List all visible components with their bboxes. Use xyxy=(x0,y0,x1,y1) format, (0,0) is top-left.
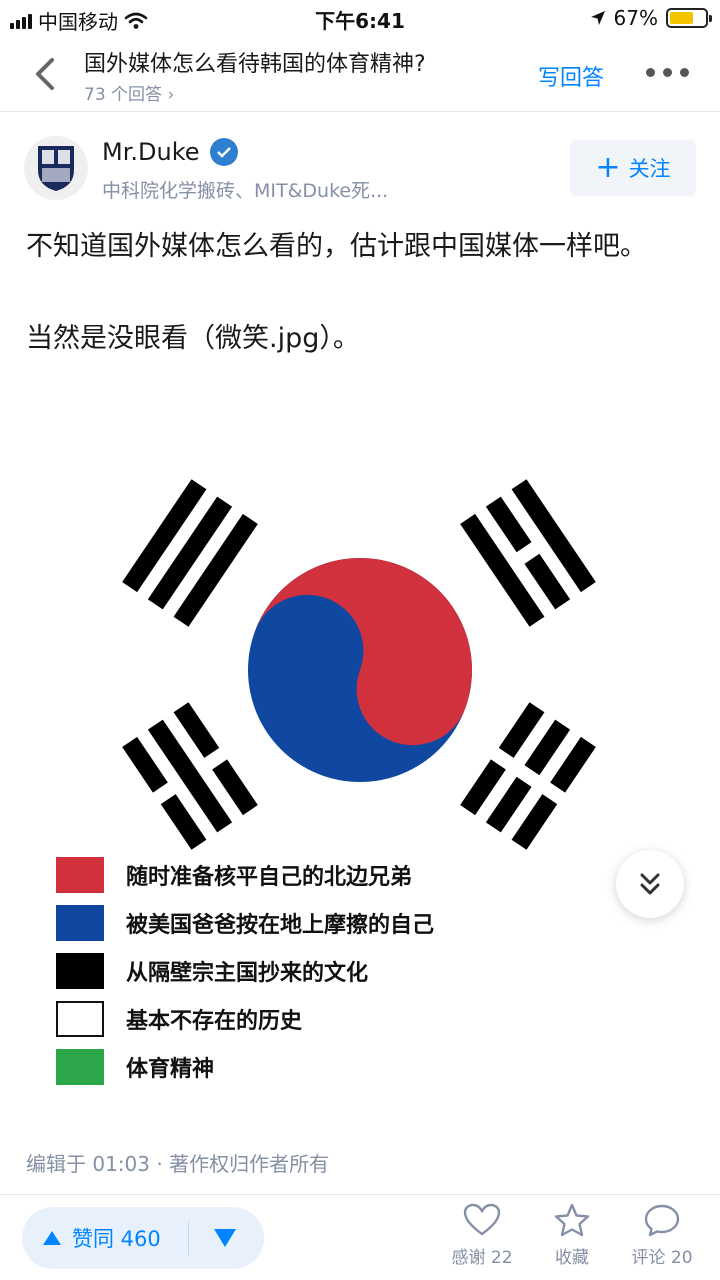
downvote-button[interactable] xyxy=(208,1225,242,1251)
follow-label: 关注 xyxy=(628,157,671,181)
comment-button[interactable]: 评论 20 xyxy=(622,1203,702,1268)
vote-divider xyxy=(188,1221,189,1255)
collect-label: 收藏 xyxy=(555,1248,589,1268)
location-arrow-icon xyxy=(590,11,605,25)
question-title[interactable]: 国外媒体怎么看待韩国的体育精神? xyxy=(84,46,426,78)
plus-icon: + xyxy=(595,150,621,185)
thanks-button[interactable]: 感谢 22 xyxy=(442,1203,522,1268)
answer-count: 73 个回答 xyxy=(84,85,163,105)
comment-label: 评论 20 xyxy=(631,1248,693,1268)
thanks-label: 感谢 22 xyxy=(451,1248,513,1268)
legend-item: 被美国爸爸按在地上摩擦的自己 xyxy=(56,904,434,942)
vote-pill: 赞同 460 xyxy=(22,1207,264,1269)
write-answer-button[interactable]: 写回答 xyxy=(538,60,604,92)
trigram-top-left xyxy=(122,479,258,627)
legend-label: 随时准备核平自己的北边兄弟 xyxy=(126,865,413,890)
triangle-up-icon xyxy=(43,1231,61,1245)
answer-paragraph-1: 不知道国外媒体怎么看的，估计跟中国媒体一样吧。 xyxy=(26,231,647,262)
comment-bubble-icon xyxy=(644,1204,680,1237)
scroll-down-button[interactable] xyxy=(616,850,684,918)
legend-swatch-white xyxy=(56,1001,104,1037)
trigram-top-right xyxy=(460,479,596,627)
trigram-bottom-right xyxy=(460,702,596,850)
author-name[interactable]: Mr.Duke xyxy=(102,138,200,166)
legend-item: 体育精神 xyxy=(56,1048,214,1086)
legend-label: 被美国爸爸按在地上摩擦的自己 xyxy=(126,913,435,938)
answer-paragraph-2: 当然是没眼看（微笑.jpg）。 xyxy=(26,323,360,354)
author-header: Mr.Duke 中科院化学搬砖、MIT&Duke死... + 关注 xyxy=(0,112,720,212)
legend-swatch-red xyxy=(56,857,104,893)
author-description: 中科院化学搬砖、MIT&Duke死... xyxy=(102,180,389,202)
battery-percent: 67% xyxy=(613,6,658,30)
shield-logo-icon xyxy=(38,146,74,191)
star-icon xyxy=(554,1203,590,1237)
legend-item: 从隔壁宗主国抄来的文化 xyxy=(56,952,368,990)
nav-header: 国外媒体怎么看待韩国的体育精神? 73 个回答 › 写回答 xyxy=(0,36,720,112)
trigram-bottom-left xyxy=(122,702,258,850)
collect-button[interactable]: 收藏 xyxy=(532,1203,612,1268)
status-bar: 中国移动 下午6:41 67% xyxy=(0,0,720,36)
upvote-button[interactable]: 赞同 460 xyxy=(42,1207,161,1269)
chevron-right-icon: › xyxy=(167,85,175,105)
legend-label: 基本不存在的历史 xyxy=(126,1009,303,1034)
legend-swatch-black xyxy=(56,953,104,989)
follow-button[interactable]: + 关注 xyxy=(570,140,696,196)
legend-swatch-blue xyxy=(56,905,104,941)
heart-icon xyxy=(463,1203,501,1236)
avatar[interactable] xyxy=(24,136,88,200)
legend-label: 体育精神 xyxy=(126,1057,215,1082)
battery-fill xyxy=(670,12,693,24)
answer-count-link[interactable]: 73 个回答 › xyxy=(84,80,174,105)
verified-badge-icon xyxy=(210,138,238,166)
legend-swatch-green xyxy=(56,1049,104,1085)
battery-icon xyxy=(666,8,712,28)
status-right: 67% xyxy=(590,6,712,30)
edit-meta: 编辑于 01:03 · 著作权归作者所有 xyxy=(26,1152,330,1176)
more-options-icon[interactable] xyxy=(646,68,689,77)
legend-item: 基本不存在的历史 xyxy=(56,1000,302,1038)
legend-label: 从隔壁宗主国抄来的文化 xyxy=(126,961,369,986)
back-icon[interactable] xyxy=(28,54,64,94)
bottom-action-bar: 赞同 460 感谢 22 收藏 评论 20 xyxy=(0,1194,720,1280)
korean-flag-image xyxy=(122,479,596,850)
upvote-label: 赞同 460 xyxy=(72,1227,161,1251)
double-chevron-down-icon xyxy=(640,873,660,895)
legend-item: 随时准备核平自己的北边兄弟 xyxy=(56,856,412,894)
taegeuk-symbol xyxy=(248,558,472,782)
answer-body: 不知道国外媒体怎么看的，估计跟中国媒体一样吧。 当然是没眼看（微笑.jpg）。 xyxy=(26,224,686,408)
